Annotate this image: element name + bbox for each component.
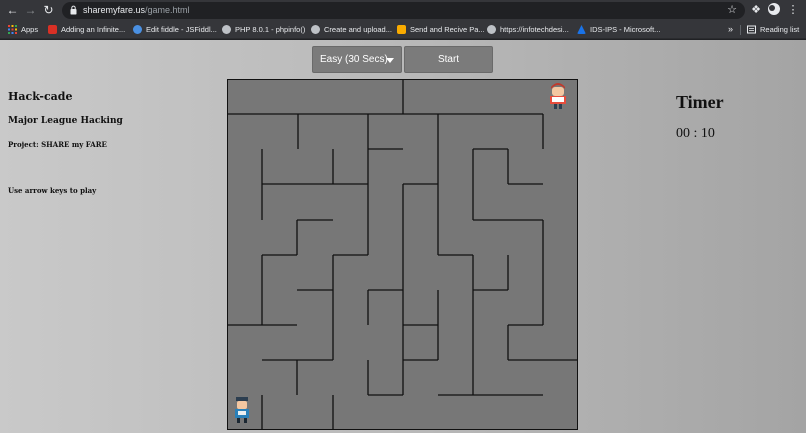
reload-button[interactable]: ↻ xyxy=(40,2,57,19)
bookmark-label: Create and upload... xyxy=(324,25,392,34)
profile-avatar[interactable] xyxy=(765,2,783,19)
address-bar[interactable]: sharemyfare.us/game.html ☆ xyxy=(62,2,745,19)
bookmark-item[interactable]: Adding an Infinite... xyxy=(48,21,125,38)
url-host: sharemyfare.us xyxy=(83,5,146,15)
globe-icon xyxy=(487,25,496,34)
bookmark-label: Edit fiddle - JSFiddl... xyxy=(146,25,217,34)
menu-kebab-icon[interactable]: ⋮ xyxy=(786,2,800,19)
bookmarks-overflow-button[interactable]: » xyxy=(728,21,733,38)
game-subtitle: Major League Hacking xyxy=(8,116,123,126)
profile-icon xyxy=(768,3,780,15)
bookmark-apps[interactable]: Apps xyxy=(8,21,38,38)
project-label: Project: SHARE my FARE xyxy=(8,140,107,149)
extensions-puzzle-icon[interactable]: ❖ xyxy=(750,2,762,19)
bookmark-label: Send and Recive Pa... xyxy=(410,25,485,34)
back-button[interactable]: ← xyxy=(4,2,21,19)
bookmark-item[interactable]: https://infotechdesi... xyxy=(487,21,569,38)
globe-icon xyxy=(311,25,320,34)
timer-value: 00 : 10 xyxy=(676,126,715,141)
bookmark-item[interactable]: Create and upload... xyxy=(311,21,392,38)
browser-toolbar: ← → ↻ sharemyfare.us/game.html ☆ ❖ ⋮ xyxy=(0,0,806,21)
start-button[interactable]: Start xyxy=(404,46,493,73)
bookmark-label: https://infotechdesi... xyxy=(500,25,569,34)
arrow-right-icon: → xyxy=(24,3,37,17)
game-page: Easy (30 Secs) Start Hack-cade Major Lea… xyxy=(0,40,806,433)
arrow-left-icon: ← xyxy=(6,3,19,17)
bookmark-item[interactable]: IDS-IPS - Microsoft... xyxy=(577,21,660,38)
azure-icon xyxy=(577,25,586,34)
bookmark-label: PHP 8.0.1 - phpinfo() xyxy=(235,25,306,34)
difficulty-select[interactable]: Easy (30 Secs) xyxy=(312,46,402,73)
reading-list-icon xyxy=(747,25,756,34)
bookmark-item[interactable]: PHP 8.0.1 - phpinfo() xyxy=(222,21,305,38)
favicon-icon xyxy=(48,25,57,34)
apps-grid-icon xyxy=(8,25,17,34)
reload-icon: ↻ xyxy=(43,3,54,17)
url-text: sharemyfare.us/game.html xyxy=(83,2,190,19)
bookmark-label: Apps xyxy=(21,25,39,34)
reading-list-label: Reading list xyxy=(760,25,800,34)
bookmarks-bar: Apps Adding an Infinite... Edit fiddle -… xyxy=(0,21,806,39)
instructions-label: Use arrow keys to play xyxy=(8,186,97,195)
bookmark-label: Adding an Infinite... xyxy=(61,25,126,34)
forward-button[interactable]: → xyxy=(22,2,39,19)
bookmark-item[interactable]: Send and Recive Pa... xyxy=(397,21,485,38)
favicon-icon xyxy=(397,25,406,34)
game-title: Hack-cade xyxy=(8,90,73,103)
bookmark-star-icon[interactable]: ☆ xyxy=(727,2,737,19)
bookmark-label: IDS-IPS - Microsoft... xyxy=(590,25,661,34)
lock-icon xyxy=(70,5,77,15)
difficulty-value: Easy (30 Secs) xyxy=(320,54,388,65)
chevron-down-icon xyxy=(386,58,394,63)
url-path: /game.html xyxy=(145,5,190,15)
bookmark-item[interactable]: Edit fiddle - JSFiddl... xyxy=(133,21,217,38)
jsfiddle-icon xyxy=(133,25,142,34)
separator xyxy=(740,25,741,35)
reading-list-button[interactable]: Reading list xyxy=(747,21,799,38)
timer-title: Timer xyxy=(676,92,724,112)
globe-icon xyxy=(222,25,231,34)
maze-board[interactable] xyxy=(227,79,578,430)
